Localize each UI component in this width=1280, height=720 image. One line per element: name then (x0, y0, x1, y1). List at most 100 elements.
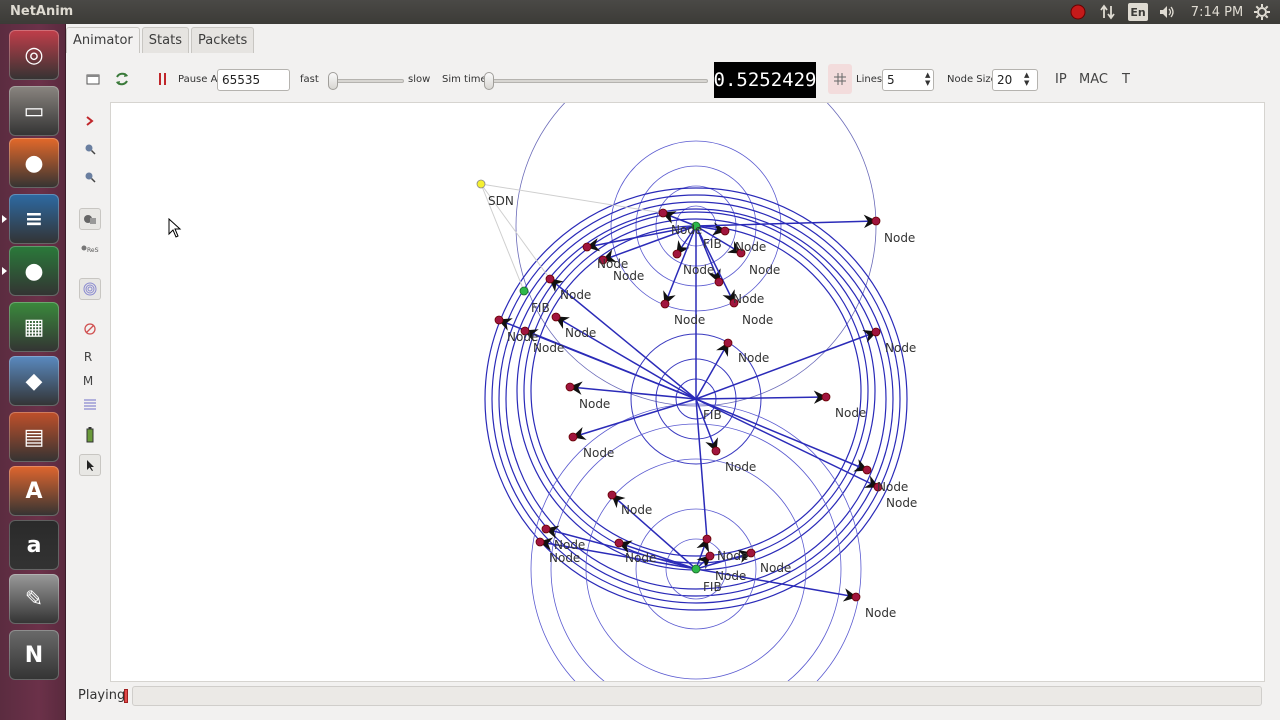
launcher-firefox-icon[interactable]: ● (9, 138, 59, 188)
node-marker (821, 392, 831, 402)
launcher-ubuntu-dash-icon[interactable]: ◎ (9, 30, 59, 80)
launcher-glyph: ◆ (25, 368, 43, 394)
node-marker (720, 226, 730, 236)
launcher-glyph: ▦ (23, 314, 45, 340)
tab-stats[interactable]: Stats (141, 27, 189, 53)
list-lines-icon[interactable] (79, 394, 101, 416)
launcher-running-indicator (2, 215, 7, 223)
grid-toggle-icon[interactable] (828, 64, 852, 94)
t-toggle-button[interactable]: T (1122, 72, 1130, 87)
ip-toggle-button[interactable]: IP (1055, 72, 1067, 87)
no-packets-icon[interactable] (79, 318, 101, 340)
fib-label: FIB (703, 237, 722, 251)
fib-label: FIB (703, 408, 722, 422)
mouse-cursor-icon (168, 218, 182, 238)
pause-icon[interactable] (158, 72, 168, 86)
node-label: Node (735, 240, 766, 254)
node-label: Node (717, 549, 748, 563)
pause-at-label: Pause At (178, 74, 222, 85)
network-icon[interactable] (1098, 3, 1118, 21)
node-label: Node (885, 341, 916, 355)
node-label: Node (760, 561, 791, 575)
node-marker (871, 327, 881, 337)
sim-time-display: 0.5252429 (714, 62, 816, 98)
lines-spinbox-arrows-icon[interactable]: ▲ ▼ (925, 71, 930, 87)
launcher-glyph: ✎ (24, 586, 44, 612)
sim-time-slider-handle[interactable] (484, 72, 494, 90)
node-label: Node (613, 269, 644, 283)
node-marker (871, 216, 881, 226)
node-label: Node (621, 503, 652, 517)
launcher-writer-icon[interactable]: ≡ (9, 194, 59, 244)
node-label: Node (583, 446, 614, 460)
node-marker (672, 249, 682, 259)
speed-slider-track[interactable] (328, 79, 404, 83)
launcher-amazon-icon[interactable]: a (9, 520, 59, 570)
tab-packets[interactable]: Packets (190, 27, 255, 53)
node-marker (494, 315, 504, 325)
zoom-in-icon[interactable] (79, 138, 101, 160)
volume-icon[interactable] (1157, 3, 1177, 21)
launcher-system-settings-icon[interactable]: ✎ (9, 574, 59, 624)
status-progress-bar (132, 686, 1262, 706)
launcher-glyph: ● (24, 258, 44, 284)
node-marker (705, 551, 715, 561)
node-label: Node (877, 480, 908, 494)
pause-at-input[interactable]: 65535 (217, 69, 290, 91)
animation-canvas[interactable]: Node Node Node Node Node Node Node Node Node Node… (110, 102, 1265, 682)
node-size-spinbox[interactable]: 20 (992, 69, 1038, 91)
reload-icon[interactable] (114, 71, 130, 87)
node-marker (582, 242, 592, 252)
launcher-software-center-icon[interactable]: A (9, 466, 59, 516)
packet-link (695, 341, 729, 400)
speed-slider-handle[interactable] (328, 72, 338, 90)
launcher-virtualbox-icon[interactable]: ◆ (9, 356, 59, 406)
app-title: NetAnim (10, 4, 74, 19)
launcher-terminal-icon[interactable]: N (9, 630, 59, 680)
settings-gear-icon[interactable] (1252, 3, 1272, 21)
launcher-netanim-icon[interactable]: ● (9, 246, 59, 296)
node-label: Node (565, 326, 596, 340)
node-properties-icon[interactable] (79, 208, 101, 230)
zoom-out-icon[interactable] (79, 166, 101, 188)
packet-link (695, 329, 878, 400)
battery-icon[interactable] (79, 424, 101, 446)
node-size-spinbox-arrows-icon[interactable]: ▲ ▼ (1024, 71, 1029, 87)
launcher-glyph: ● (24, 150, 44, 176)
node-marker (711, 446, 721, 456)
node-marker (702, 534, 712, 544)
slow-label: slow (408, 74, 431, 85)
node-marker (551, 312, 561, 322)
keyboard-layout-indicator[interactable]: En (1128, 3, 1148, 21)
node-label: Node (625, 551, 656, 565)
expand-arrow-icon[interactable] (79, 110, 101, 132)
network-topology: Node Node Node Node Node Node Node Node Node Node… (476, 103, 917, 681)
launcher-glyph: N (24, 642, 44, 668)
resize-icon[interactable]: ReSiD (79, 238, 101, 260)
launcher-calc-icon[interactable]: ▦ (9, 302, 59, 352)
fast-label: fast (300, 74, 319, 85)
clock-indicator[interactable]: 7:14 PM (1190, 3, 1244, 21)
wireless-circles-icon[interactable] (79, 278, 101, 300)
launcher-glyph: ▤ (23, 424, 45, 450)
node-marker (607, 490, 617, 500)
node-label: Node (671, 223, 702, 237)
routing-r-button[interactable]: R (77, 346, 99, 368)
mac-toggle-button[interactable]: MAC (1079, 72, 1108, 87)
mobility-m-button[interactable]: M (77, 370, 99, 392)
node-marker (535, 537, 545, 547)
record-icon[interactable] (1068, 3, 1088, 21)
node-label: Node (742, 313, 773, 327)
top-panel: NetAnim En 7:14 PM (0, 0, 1280, 24)
node-marker (723, 338, 733, 348)
fib-node-marker (519, 286, 529, 296)
node-label: Node (865, 606, 896, 620)
node-label: Node (749, 263, 780, 277)
launcher-impress-icon[interactable]: ▤ (9, 412, 59, 462)
sim-time-slider-track[interactable] (486, 79, 708, 83)
open-file-icon[interactable] (86, 72, 100, 86)
status-bar: Playing (66, 684, 1280, 708)
tab-animator[interactable]: Animator (66, 27, 140, 53)
launcher-files-icon[interactable]: ▭ (9, 86, 59, 136)
pointer-select-icon[interactable] (79, 454, 101, 476)
